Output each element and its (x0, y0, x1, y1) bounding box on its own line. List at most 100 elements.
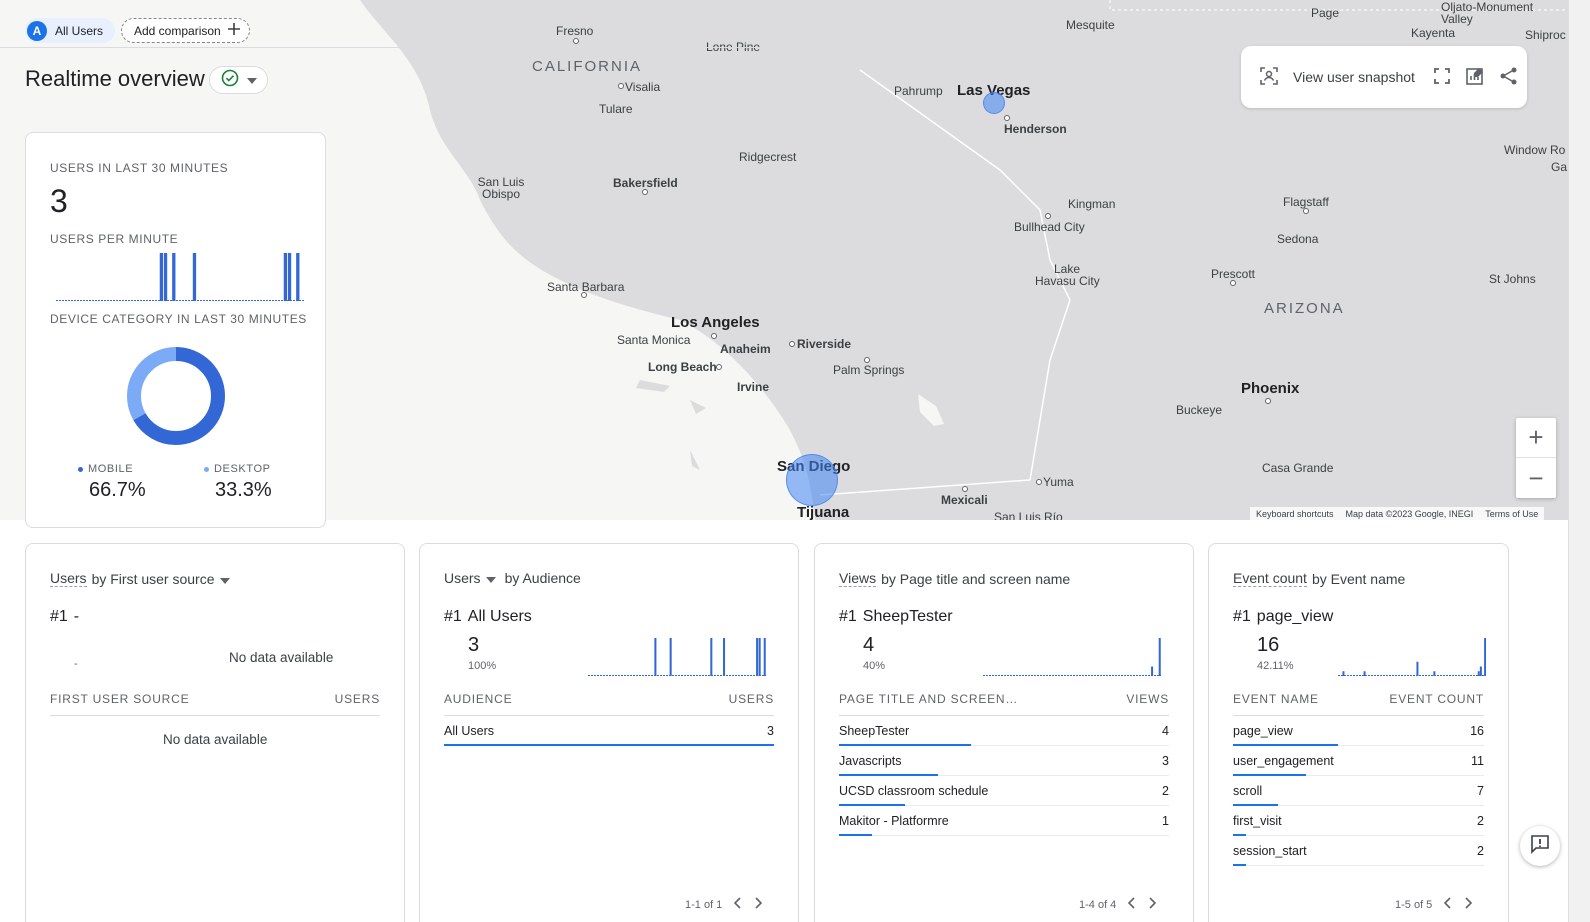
chart-bar (1158, 638, 1161, 676)
table-row[interactable]: Javascripts 3 (839, 746, 1169, 776)
terms-link[interactable]: Terms of Use (1485, 509, 1538, 519)
column-header: USERS (728, 692, 774, 706)
map-label-fresno: Fresno (556, 24, 594, 38)
zoom-out-button[interactable]: − (1516, 458, 1556, 498)
users-per-minute-chart[interactable] (56, 251, 304, 301)
metric-selector[interactable]: Event count (1233, 570, 1307, 587)
user-location-bubble[interactable] (983, 92, 1005, 114)
add-comparison-button[interactable]: Add comparison (121, 18, 250, 43)
map-label-sedona: Sedona (1277, 232, 1319, 246)
fullscreen-icon[interactable] (1433, 67, 1451, 88)
map-label-san-luis-obispo: San Luis Obispo (477, 175, 525, 201)
chart-bar (1479, 666, 1482, 676)
chart-bar (287, 253, 292, 301)
chart-bar (1477, 671, 1480, 676)
map-city-dot (573, 38, 579, 44)
table-row[interactable]: first_visit 2 (1233, 806, 1484, 836)
feedback-button[interactable] (1520, 826, 1560, 866)
card-header: Event count by Event name (1233, 570, 1405, 587)
metric-selector[interactable]: Users (444, 570, 481, 586)
segment-avatar: A (27, 20, 47, 41)
map-city-dot (864, 357, 870, 363)
user-snapshot-icon[interactable] (1259, 66, 1279, 89)
chevron-right-icon[interactable] (1464, 897, 1473, 912)
map-label-st-johns: St Johns (1489, 272, 1536, 286)
row-value: 7 (1477, 783, 1484, 798)
caret-down-icon[interactable] (219, 571, 230, 587)
row-share-bar (839, 834, 872, 836)
chart-bar (1484, 638, 1486, 676)
caret-down-icon[interactable] (485, 570, 496, 586)
table-row[interactable]: SheepTester 4 (839, 716, 1169, 746)
user-location-bubble[interactable] (786, 454, 838, 506)
table-row[interactable]: user_engagement 11 (1233, 746, 1484, 776)
segment-label: All Users (55, 23, 104, 38)
table-header: EVENT NAME EVENT COUNT (1233, 692, 1484, 716)
device-donut-chart[interactable] (121, 341, 231, 451)
chart-bar (163, 253, 168, 301)
map-label-palm-springs: Palm Springs (833, 363, 905, 377)
column-header: USERS (334, 692, 380, 706)
map-attribution: Keyboard shortcuts Map data ©2023 Google… (1250, 507, 1545, 520)
device-category-label: DEVICE CATEGORY IN LAST 30 MINUTES (50, 312, 307, 326)
chevron-right-icon[interactable] (1148, 897, 1157, 912)
table-row[interactable]: Makitor - Platformre 1 (839, 806, 1169, 836)
chart-bar (669, 638, 672, 676)
row-value: 2 (1162, 783, 1169, 798)
legend-mobile-value: 66.7% (89, 479, 146, 501)
chart-bar (710, 638, 713, 676)
event-count-by-name-card: Event count by Event name #1 page_view 16… (1208, 543, 1509, 922)
dimension-selector[interactable]: by First user source (92, 571, 215, 587)
top-item-name: All Users (467, 608, 532, 625)
sparkline-chart[interactable] (588, 636, 766, 676)
chevron-left-icon[interactable] (734, 897, 742, 912)
chevron-right-icon[interactable] (754, 897, 763, 912)
caret-down-icon (246, 71, 257, 89)
customize-report-icon[interactable] (1465, 66, 1485, 89)
users-by-source-card: Users by First user source #1- - No data… (25, 543, 405, 922)
map-city-dot (1036, 479, 1042, 485)
chart-bar (763, 638, 766, 676)
zoom-in-button[interactable]: + (1516, 418, 1556, 458)
map-label-casa-grande: Casa Grande (1262, 461, 1334, 475)
metric-selector[interactable]: Views (839, 570, 877, 587)
row-label: Makitor - Platformre (839, 813, 949, 828)
keyboard-shortcuts-link[interactable]: Keyboard shortcuts (1256, 509, 1334, 519)
chart-bar (172, 253, 176, 301)
rank-number: #1 (444, 608, 462, 625)
map-label-ridgecrest: Ridgecrest (739, 150, 797, 164)
map-city-dot (1045, 213, 1051, 219)
table-row[interactable]: scroll 7 (1233, 776, 1484, 806)
map-zoom-controls: + − (1516, 418, 1556, 498)
metric-selector[interactable]: Users (50, 570, 87, 587)
chevron-left-icon[interactable] (1444, 897, 1452, 912)
share-icon[interactable] (1499, 66, 1519, 89)
chart-bar (192, 253, 197, 301)
column-header: VIEWS (1126, 692, 1169, 706)
sparkline-chart[interactable] (1338, 636, 1486, 676)
map-city-dot (581, 292, 587, 298)
table-row[interactable]: session_start 2 (1233, 836, 1484, 866)
page-title: Realtime overview (25, 66, 205, 91)
rank-number: #1 (50, 608, 68, 625)
chart-bar (1151, 666, 1154, 676)
legend-dot (204, 466, 209, 472)
row-label: scroll (1233, 783, 1263, 798)
map-label-ga: Ga (1551, 160, 1568, 174)
chevron-left-icon[interactable] (1128, 897, 1136, 912)
table-row[interactable]: UCSD classroom schedule 2 (839, 776, 1169, 806)
users-last-30-label: USERS IN LAST 30 MINUTES (50, 161, 229, 175)
map-label-flagstaff: Flagstaff (1283, 195, 1329, 209)
row-value: 3 (1162, 753, 1169, 768)
map-city-dot (642, 189, 648, 195)
table-row[interactable]: All Users 3 (444, 716, 774, 746)
page-scrollbar[interactable] (1568, 0, 1590, 922)
segment-chip[interactable]: A All Users (25, 18, 116, 43)
sparkline-chart[interactable] (983, 636, 1161, 676)
data-quality-dropdown[interactable] (209, 66, 268, 94)
table-row[interactable]: page_view 16 (1233, 716, 1484, 746)
map-label-kayenta: Kayenta (1411, 26, 1456, 40)
users-by-audience-card: Users by Audience #1 All Users 3 100% AUD… (419, 543, 799, 922)
view-user-snapshot-button[interactable]: View user snapshot (1293, 69, 1415, 85)
map-city-dot (962, 486, 968, 492)
